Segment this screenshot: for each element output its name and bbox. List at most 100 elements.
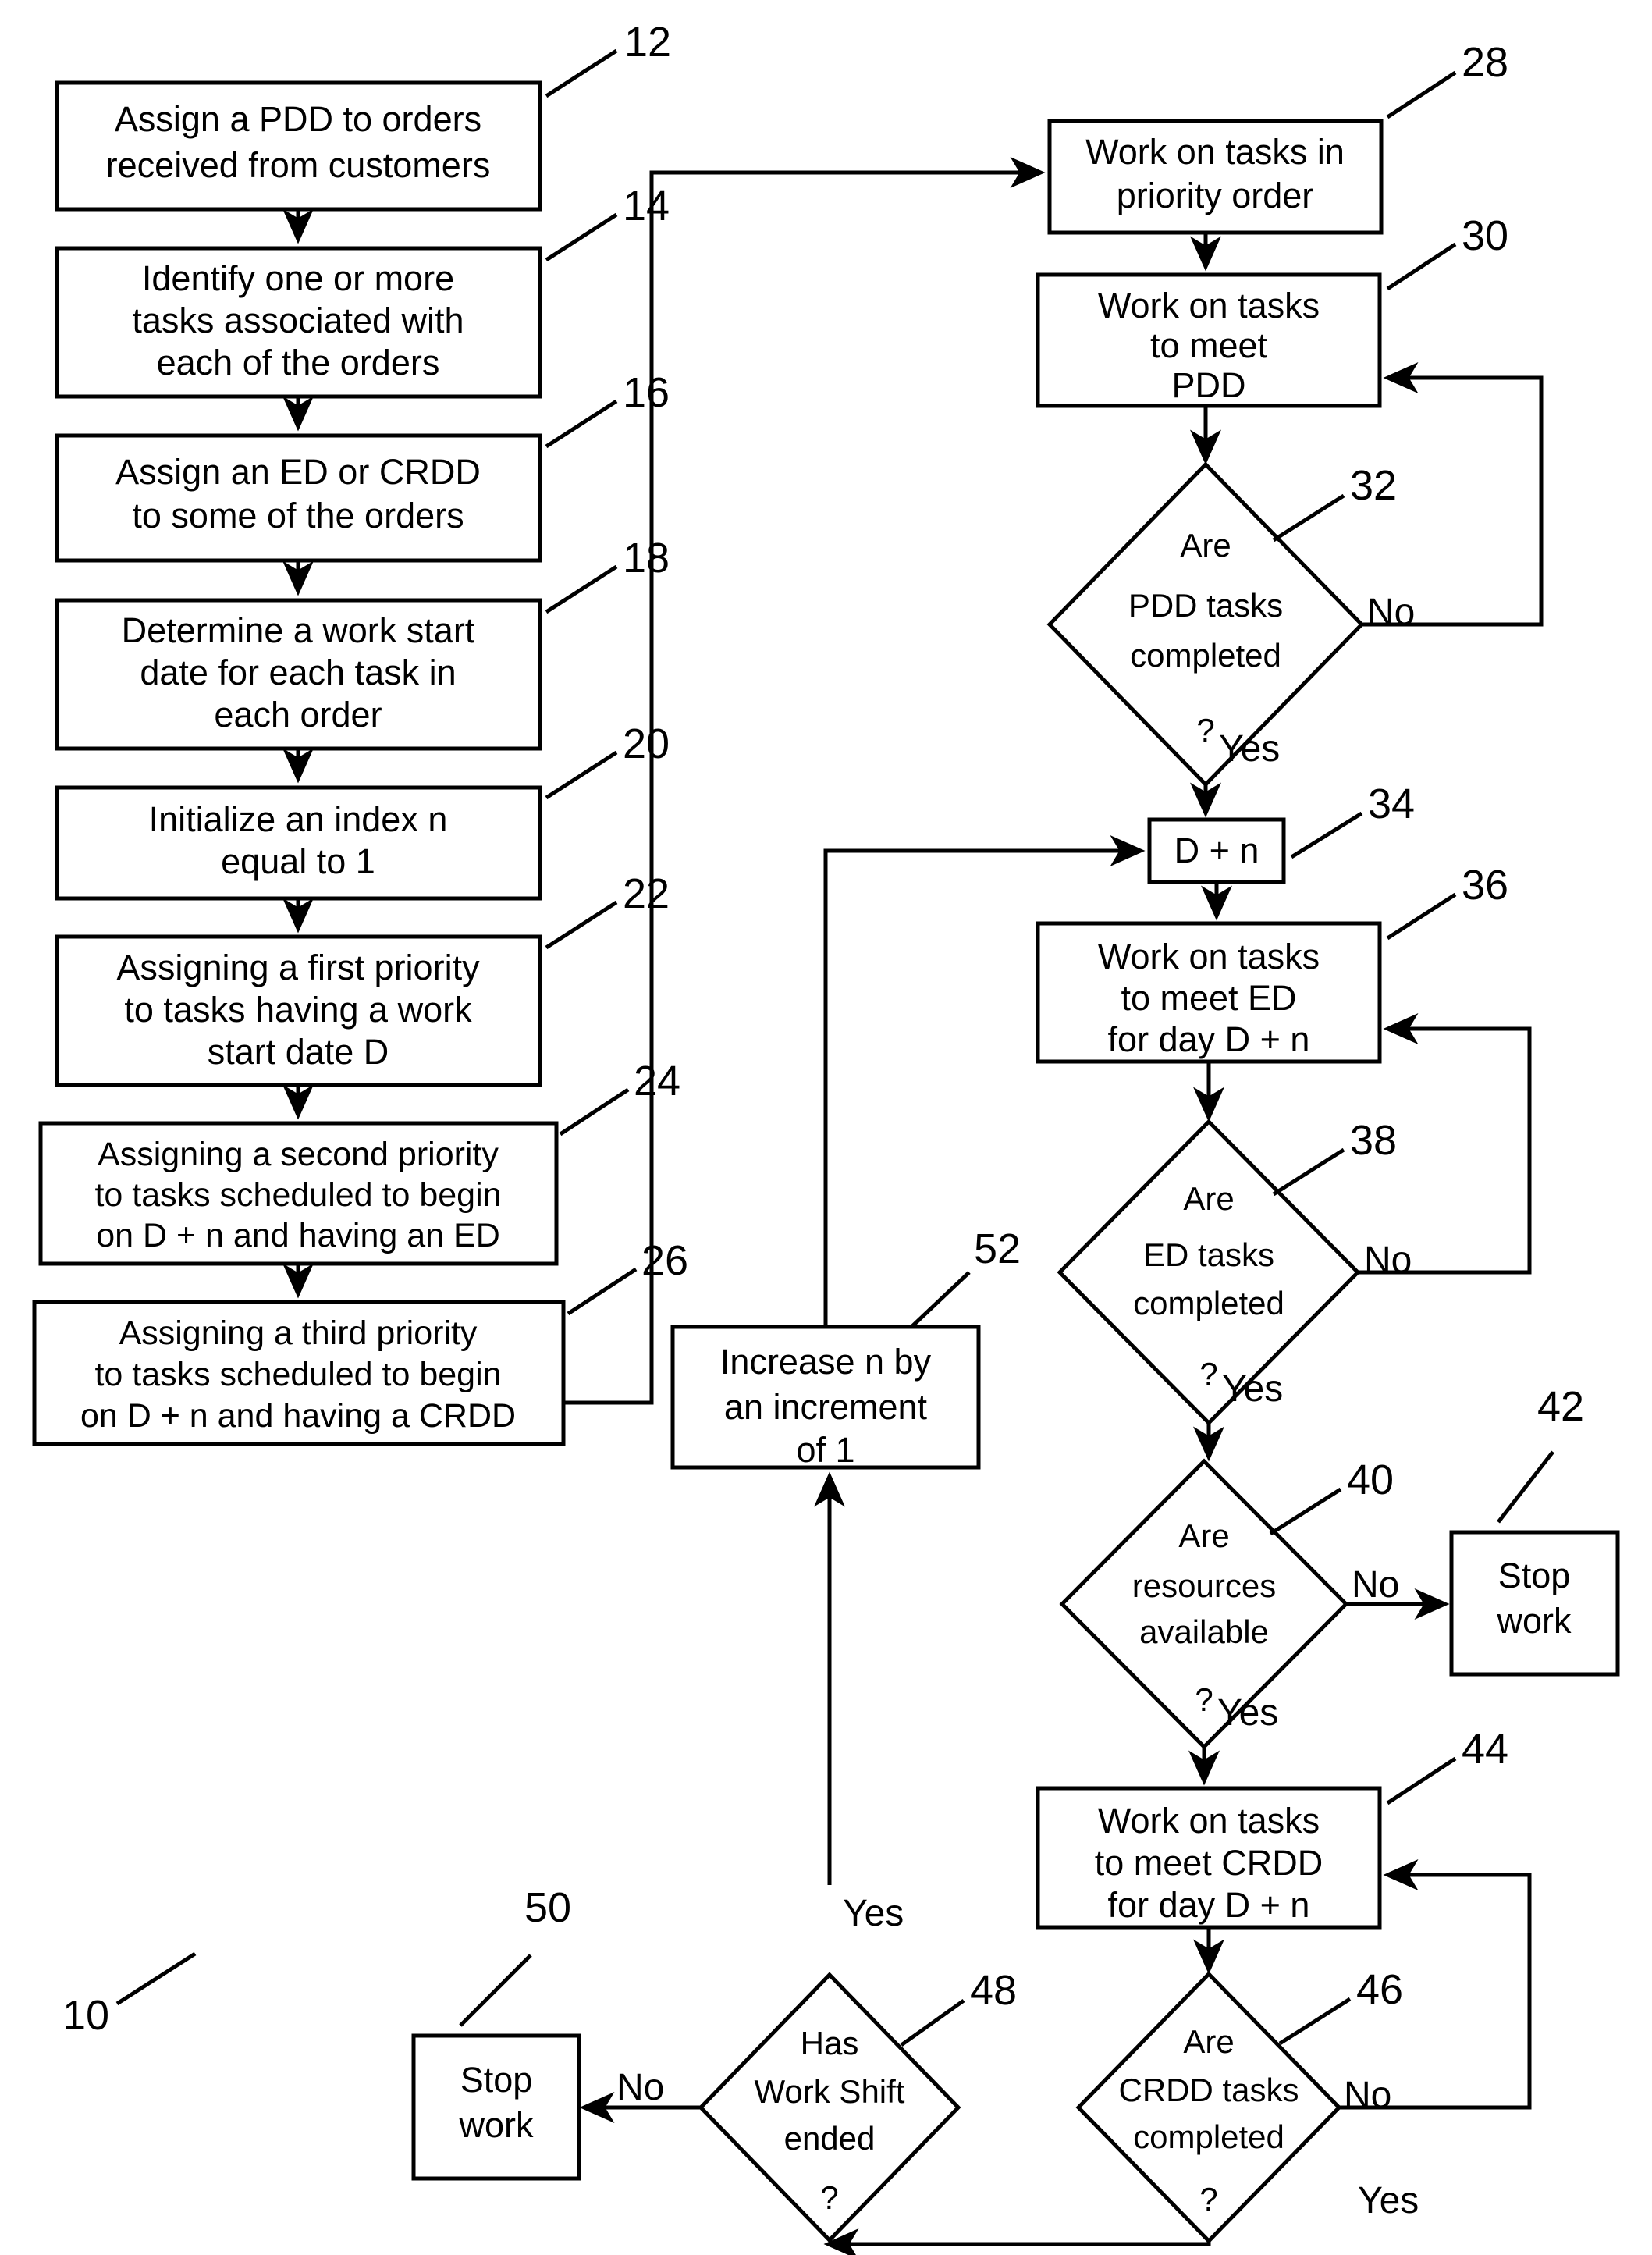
ref-numeral-32: 32	[1350, 462, 1397, 509]
box-22-line-1: Assigning a first priority	[116, 948, 480, 987]
process-box-26: Assigning a third priority to tasks sche…	[32, 1300, 566, 1446]
box-50-line-1: Stop	[460, 2060, 533, 2100]
diamond-32-no-label: No	[1367, 592, 1415, 633]
box-14-line-1: Identify one or more	[142, 258, 454, 298]
box-44-line-1: Work on tasks	[1098, 1801, 1320, 1841]
diamond-48-no-label: No	[616, 2067, 664, 2108]
box-24-line-2: to tasks scheduled to begin	[94, 1176, 501, 1214]
ref-numeral-36: 36	[1462, 862, 1508, 909]
diamond-32-line-4: ?	[1196, 712, 1214, 749]
ref-numeral-26: 26	[641, 1237, 688, 1284]
decision-diamond-46: Are CRDD tasks completed ?	[1075, 1971, 1342, 2244]
diamond-48-line-3: ended	[784, 2120, 876, 2157]
diamond-46-no-label: No	[1344, 2075, 1391, 2116]
box-36-line-3: for day D + n	[1108, 1019, 1310, 1059]
box-18-line-3: each order	[214, 695, 382, 734]
box-18-line-1: Determine a work start	[122, 610, 475, 650]
ref-numeral-44: 44	[1462, 1726, 1508, 1773]
diamond-48-line-4: ?	[820, 2179, 838, 2216]
diamond-46-yes-label: Yes	[1358, 2180, 1419, 2221]
decision-diamond-40: Are resources available ?	[1059, 1458, 1349, 1750]
box-26-line-1: Assigning a third priority	[119, 1314, 478, 1352]
diamond-40-no-label: No	[1352, 1564, 1399, 1606]
box-36-line-2: to meet ED	[1121, 978, 1296, 1018]
ref-numeral-52: 52	[974, 1225, 1021, 1272]
process-box-24: Assigning a second priority to tasks sch…	[38, 1121, 559, 1266]
process-box-30: Work on tasks to meet PDD	[1036, 272, 1382, 408]
leader-50: 50	[459, 1884, 571, 2027]
ref-numeral-34: 34	[1368, 781, 1415, 827]
leader-38: 38	[1272, 1117, 1397, 1197]
box-16-line-2: to some of the orders	[132, 496, 464, 535]
box-14-line-3: each of the orders	[157, 343, 440, 382]
diamond-46-line-1: Are	[1183, 2023, 1234, 2060]
box-24-line-1: Assigning a second priority	[98, 1136, 499, 1173]
process-box-36: Work on tasks to meet ED for day D + n	[1036, 921, 1382, 1064]
process-box-34: D + n	[1147, 817, 1286, 884]
decision-diamond-48: Has Work Shift ended ?	[698, 1972, 961, 2243]
process-box-14: Identify one or more tasks associated wi…	[55, 246, 542, 399]
process-box-12: Assign a PDD to orders received from cus…	[55, 80, 542, 212]
box-30-line-1: Work on tasks	[1098, 286, 1320, 325]
ref-numeral-18: 18	[623, 535, 670, 582]
diamond-48-line-2: Work Shift	[755, 2073, 905, 2110]
ref-numeral-24: 24	[634, 1058, 680, 1104]
diamond-38-line-2: ED tasks	[1143, 1236, 1274, 1273]
box-28-line-1: Work on tasks in	[1085, 132, 1345, 172]
flowchart-svg: Assign a PDD to orders received from cus…	[32, 19, 1620, 2255]
box-26-line-2: to tasks scheduled to begin	[94, 1356, 501, 1393]
process-box-44: Work on tasks to meet CRDD for day D + n	[1036, 1786, 1382, 1930]
box-52-line-1: Increase n by	[720, 1342, 932, 1382]
box-22-line-2: to tasks having a work	[124, 990, 472, 1030]
decision-diamond-38: Are ED tasks completed ?	[1057, 1119, 1361, 1426]
diamond-40-yes-label: Yes	[1217, 1692, 1278, 1734]
box-50-line-2: work	[458, 2105, 534, 2145]
path-46-yes-to-48	[823, 2228, 1211, 2255]
leader-28: 28	[1386, 39, 1508, 119]
box-24-line-3: on D + n and having an ED	[96, 1217, 500, 1254]
box-12-line-1: Assign a PDD to orders	[115, 99, 481, 139]
process-box-22: Assigning a first priority to tasks havi…	[55, 934, 542, 1087]
leader-42: 42	[1497, 1383, 1584, 1524]
ref-numeral-48: 48	[970, 1967, 1017, 2014]
process-box-28: Work on tasks in priority order	[1047, 119, 1384, 235]
leader-12: 12	[545, 19, 671, 98]
diamond-40-line-1: Are	[1178, 1517, 1229, 1554]
box-52-line-3: of 1	[796, 1430, 854, 1470]
ref-numeral-10: 10	[62, 1992, 109, 2039]
box-30-line-3: PDD	[1171, 365, 1245, 405]
box-42-line-2: work	[1496, 1601, 1572, 1641]
diamond-46-line-2: CRDD tasks	[1118, 2072, 1299, 2108]
figure-reference-10: 10	[62, 1951, 197, 2039]
box-36-line-1: Work on tasks	[1098, 937, 1320, 976]
box-28-line-2: priority order	[1117, 176, 1314, 215]
ref-numeral-22: 22	[623, 870, 670, 917]
diamond-48-line-1: Has	[801, 2025, 859, 2061]
diamond-38-line-4: ?	[1199, 1356, 1217, 1392]
ref-numeral-42: 42	[1537, 1383, 1584, 1430]
diamond-38-no-label: No	[1364, 1240, 1412, 1281]
leader-36: 36	[1386, 862, 1508, 941]
diamond-46-line-3: completed	[1133, 2118, 1284, 2155]
process-box-42: Stop work	[1449, 1530, 1620, 1677]
process-box-52: Increase n by an increment of 1	[670, 1325, 981, 1470]
leader-30: 30	[1386, 212, 1508, 291]
diamond-40-line-2: resources	[1132, 1567, 1276, 1604]
box-16-line-1: Assign an ED or CRDD	[115, 452, 481, 492]
diamond-32-yes-label: Yes	[1219, 728, 1280, 770]
ref-numeral-40: 40	[1347, 1457, 1394, 1503]
leader-48: 48	[900, 1967, 1017, 2047]
ref-numeral-50: 50	[524, 1884, 571, 1931]
ref-numeral-14: 14	[623, 183, 670, 229]
diamond-46-line-4: ?	[1199, 2181, 1217, 2218]
process-box-18: Determine a work start date for each tas…	[55, 598, 542, 751]
box-20-line-2: equal to 1	[221, 841, 375, 881]
box-14-line-2: tasks associated with	[132, 301, 464, 340]
process-box-50: Stop work	[411, 2033, 581, 2181]
leader-46: 46	[1278, 1966, 1403, 2046]
box-18-line-2: date for each task in	[140, 653, 456, 692]
box-42-line-1: Stop	[1498, 1556, 1571, 1595]
leader-26: 26	[567, 1237, 688, 1316]
leader-40: 40	[1269, 1457, 1394, 1536]
box-26-line-3: on D + n and having a CRDD	[80, 1397, 516, 1435]
